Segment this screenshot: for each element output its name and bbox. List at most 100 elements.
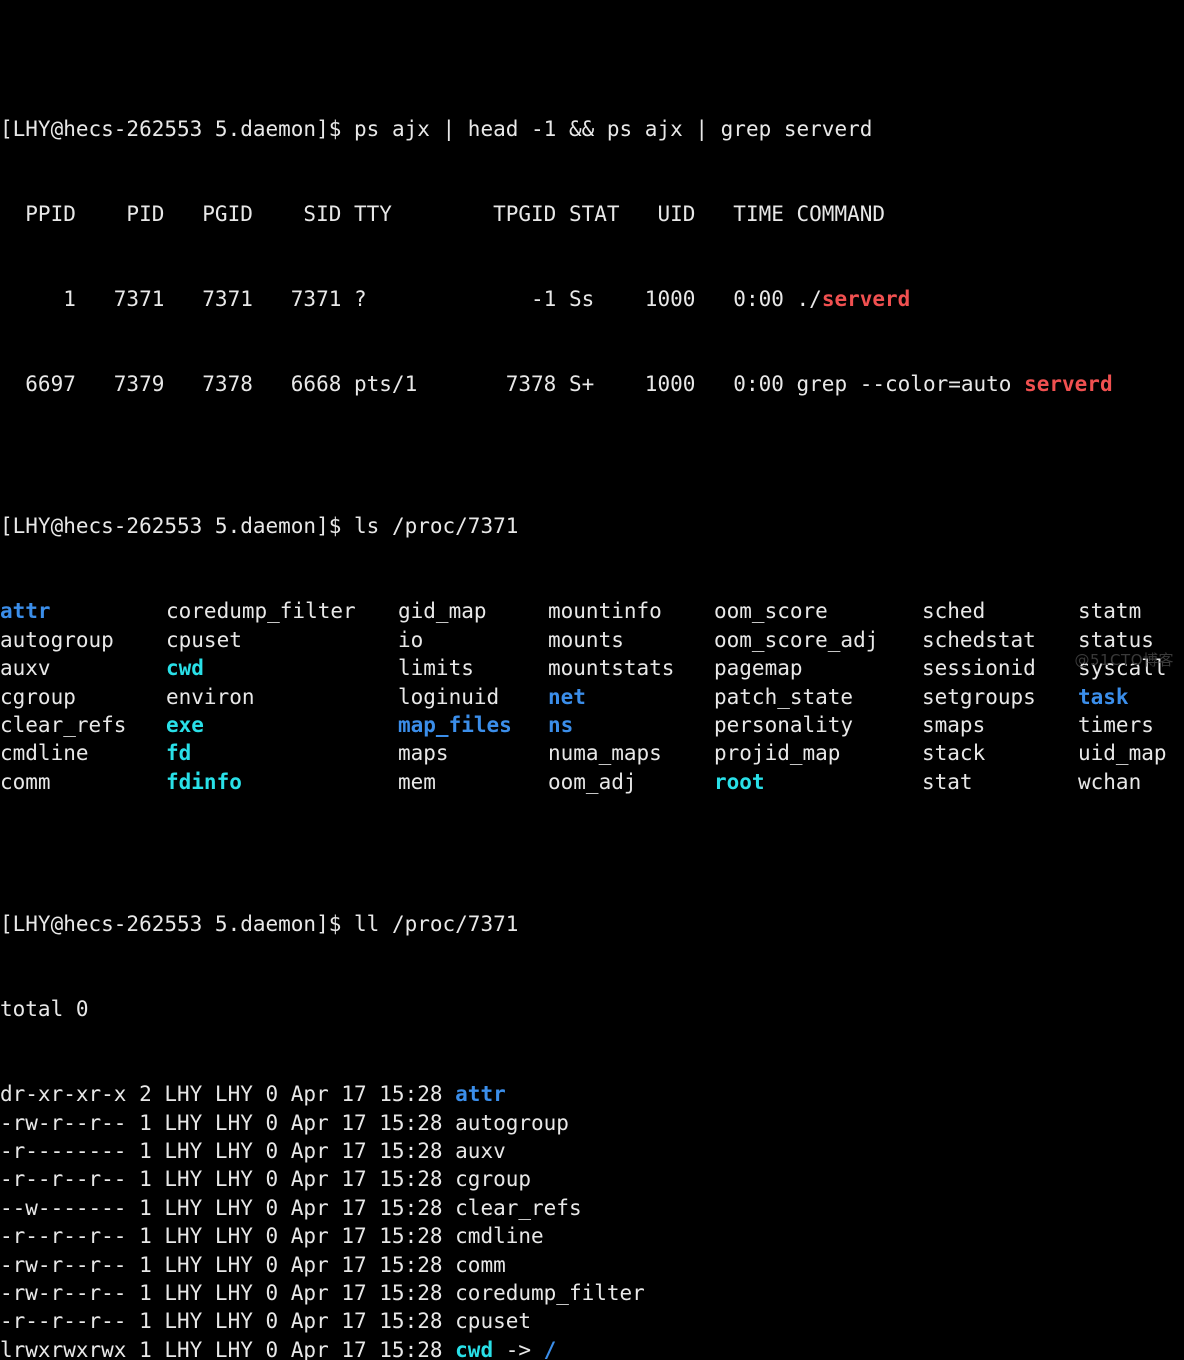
ls-row: clear_refs exe map_files ns personality smaps… xyxy=(0,711,1184,739)
ls-entry-limits: limits xyxy=(398,656,474,681)
ll-entry-metadata: -r--r--r-- 1 LHY LHY 0 Apr 17 15:28 xyxy=(0,1224,456,1249)
ls-row: attr coredump_filter gid_map mountinfo oom_s… xyxy=(0,597,1184,625)
ls-entry-comm: comm xyxy=(0,769,51,794)
ls-entry-gid_map: gid_map xyxy=(398,599,487,624)
ll-entry-name-cwd: cwd xyxy=(455,1337,494,1360)
ls-entry-root: root xyxy=(714,769,765,794)
ls-entry-net: net xyxy=(548,684,586,709)
symlink-target: / xyxy=(543,1337,557,1360)
ls-entry-mountstats: mountstats xyxy=(548,656,675,681)
ll-entry-name-autogroup: autogroup xyxy=(455,1110,569,1135)
ls-row: autogroup cpuset io mounts oom_score_adj sche… xyxy=(0,626,1184,654)
symlink-arrow: -> xyxy=(493,1337,544,1360)
ls-entry-sched: sched xyxy=(922,599,986,624)
ls-entry-cmdline: cmdline xyxy=(0,741,89,766)
ls-entry-clear_refs: clear_refs xyxy=(0,713,127,738)
ls-entry-fd: fd xyxy=(166,741,192,766)
ll-entry-name-coredump_filter: coredump_filter xyxy=(455,1280,645,1305)
ll-entry-row: -r--r--r-- 1 LHY LHY 0 Apr 17 15:28 cpus… xyxy=(0,1307,1184,1335)
shell-prompt: [LHY@hecs-262553 5.daemon]$ xyxy=(0,116,355,141)
ll-entry-metadata: -r-------- 1 LHY LHY 0 Apr 17 15:28 xyxy=(0,1139,456,1163)
ll-entry-row: -rw-r--r-- 1 LHY LHY 0 Apr 17 15:28 auto… xyxy=(0,1109,1184,1137)
ll-entry-metadata: -rw-r--r-- 1 LHY LHY 0 Apr 17 15:28 xyxy=(0,1252,456,1277)
ls-entry-oom_score: oom_score xyxy=(714,599,828,624)
ls-entry-cwd: cwd xyxy=(166,656,204,681)
ll-entry-row: -rw-r--r-- 1 LHY LHY 0 Apr 17 15:28 core… xyxy=(0,1279,1184,1307)
ll-entry-name-cpuset: cpuset xyxy=(455,1309,532,1334)
ll-entry-row: lrwxrwxrwx 1 LHY LHY 0 Apr 17 15:28 cwd … xyxy=(0,1336,1184,1360)
ll-entry-name-auxv: auxv xyxy=(455,1139,506,1163)
ps-process-row: 6697 7379 7378 6668 pts/1 7378 S+ 1000 0… xyxy=(0,370,1184,398)
ls-output-grid: attr coredump_filter gid_map mountinfo oom_s… xyxy=(0,597,1184,796)
ls-row: comm fdinfo mem oom_adj root stat wchan xyxy=(0,768,1184,796)
ls-entry-attr: attr xyxy=(0,599,51,624)
ls-row: cmdline fd maps numa_maps projid_map stack uid… xyxy=(0,739,1184,767)
ll-entry-row: dr-xr-xr-x 2 LHY LHY 0 Apr 17 15:28 attr xyxy=(0,1080,1184,1108)
ll-entry-name-cmdline: cmdline xyxy=(455,1224,544,1249)
ll-output-list: dr-xr-xr-x 2 LHY LHY 0 Apr 17 15:28 attr… xyxy=(0,1080,1184,1360)
ll-entry-metadata: dr-xr-xr-x 2 LHY LHY 0 Apr 17 15:28 xyxy=(0,1082,456,1107)
ls-entry-io: io xyxy=(398,627,424,652)
ls-entry-mounts: mounts xyxy=(548,627,624,652)
ll-entry-row: -r-------- 1 LHY LHY 0 Apr 17 15:28 auxv xyxy=(0,1137,1184,1165)
ls-entry-uid_map: uid_map xyxy=(1078,741,1167,766)
ls-entry-wchan: wchan xyxy=(1078,769,1142,794)
ps-process-row: 1 7371 7371 7371 ? -1 Ss 1000 0:00 ./ser… xyxy=(0,285,1184,313)
ll-entry-metadata: -rw-r--r-- 1 LHY LHY 0 Apr 17 15:28 xyxy=(0,1280,456,1305)
ls-entry-cpuset: cpuset xyxy=(166,627,242,652)
ls-entry-smaps: smaps xyxy=(922,713,986,738)
terminal-window[interactable]: [LHY@hecs-262553 5.daemon]$ ps ajx | hea… xyxy=(0,0,1184,1360)
shell-prompt: [LHY@hecs-262553 5.daemon]$ xyxy=(0,514,355,539)
ls-entry-setgroups: setgroups xyxy=(922,684,1036,709)
ls-entry-timers: timers xyxy=(1078,713,1154,738)
ls-entry-patch_state: patch_state xyxy=(714,684,854,709)
ls-entry-numa_maps: numa_maps xyxy=(548,741,662,766)
grep-match-serverd: serverd xyxy=(1024,372,1113,397)
ll-entry-metadata: -rw-r--r-- 1 LHY LHY 0 Apr 17 15:28 xyxy=(0,1110,456,1135)
ls-entry-pagemap: pagemap xyxy=(714,656,803,681)
ls-entry-oom_score_adj: oom_score_adj xyxy=(714,627,879,652)
ls-entry-environ: environ xyxy=(166,684,255,709)
ls-entry-auxv: auxv xyxy=(0,656,51,681)
ls-entry-loginuid: loginuid xyxy=(398,684,500,709)
ll-entry-metadata: --w------- 1 LHY LHY 0 Apr 17 15:28 xyxy=(0,1195,456,1220)
ls-entry-stack: stack xyxy=(922,741,986,766)
ls-entry-mem: mem xyxy=(398,769,436,794)
ls-entry-schedstat: schedstat xyxy=(922,627,1036,652)
shell-prompt: [LHY@hecs-262553 5.daemon]$ xyxy=(0,911,355,936)
ll-entry-row: -rw-r--r-- 1 LHY LHY 0 Apr 17 15:28 comm xyxy=(0,1251,1184,1279)
command-line-ps: [LHY@hecs-262553 5.daemon]$ ps ajx | hea… xyxy=(0,115,1184,143)
ls-entry-cgroup: cgroup xyxy=(0,684,76,709)
ll-entry-row: -r--r--r-- 1 LHY LHY 0 Apr 17 15:28 cmdl… xyxy=(0,1222,1184,1250)
ps-row-prefix: 6697 7379 7378 6668 pts/1 7378 S+ 1000 0… xyxy=(0,372,1025,397)
ls-entry-sessionid: sessionid xyxy=(922,656,1036,681)
grep-match-serverd: serverd xyxy=(821,287,911,312)
ls-entry-mountinfo: mountinfo xyxy=(548,599,662,624)
ls-entry-oom_adj: oom_adj xyxy=(548,769,637,794)
ls-entry-maps: maps xyxy=(398,741,449,766)
ll-entry-metadata: -r--r--r-- 1 LHY LHY 0 Apr 17 15:28 xyxy=(0,1167,456,1192)
ls-entry-statm: statm xyxy=(1078,599,1142,624)
ll-entry-name-clear_refs: clear_refs xyxy=(455,1195,582,1220)
ls-entry-task: task xyxy=(1078,684,1129,709)
ll-entry-row: -r--r--r-- 1 LHY LHY 0 Apr 17 15:28 cgro… xyxy=(0,1165,1184,1193)
ls-row: cgroup environ loginuid net patch_state setgr… xyxy=(0,683,1184,711)
ls-entry-exe: exe xyxy=(166,713,204,738)
ll-entry-metadata: lrwxrwxrwx 1 LHY LHY 0 Apr 17 15:28 xyxy=(0,1337,456,1360)
ls-entry-stat: stat xyxy=(922,769,973,794)
ll-entry-name-attr: attr xyxy=(455,1082,506,1107)
ls-entry-ns: ns xyxy=(548,713,574,738)
ll-entry-row: --w------- 1 LHY LHY 0 Apr 17 15:28 clea… xyxy=(0,1194,1184,1222)
command-text-ll: ll /proc/7371 xyxy=(354,911,519,936)
ls-entry-projid_map: projid_map xyxy=(714,741,841,766)
ll-entry-name-cgroup: cgroup xyxy=(455,1167,532,1192)
ll-entry-name-comm: comm xyxy=(455,1252,506,1277)
watermark-label: @51CTO博客 xyxy=(1074,650,1174,669)
ls-entry-autogroup: autogroup xyxy=(0,627,114,652)
ls-row: auxv cwd limits mountstats pagemap sessionid s… xyxy=(0,654,1184,682)
command-text-ls: ls /proc/7371 xyxy=(354,514,519,539)
command-line-ll: [LHY@hecs-262553 5.daemon]$ ll /proc/737… xyxy=(0,910,1184,938)
ps-row-prefix: 1 7371 7371 7371 ? -1 Ss 1000 0:00 ./ xyxy=(0,287,822,312)
ls-entry-map_files: map_files xyxy=(398,713,512,738)
ls-entry-coredump_filter: coredump_filter xyxy=(166,599,356,624)
